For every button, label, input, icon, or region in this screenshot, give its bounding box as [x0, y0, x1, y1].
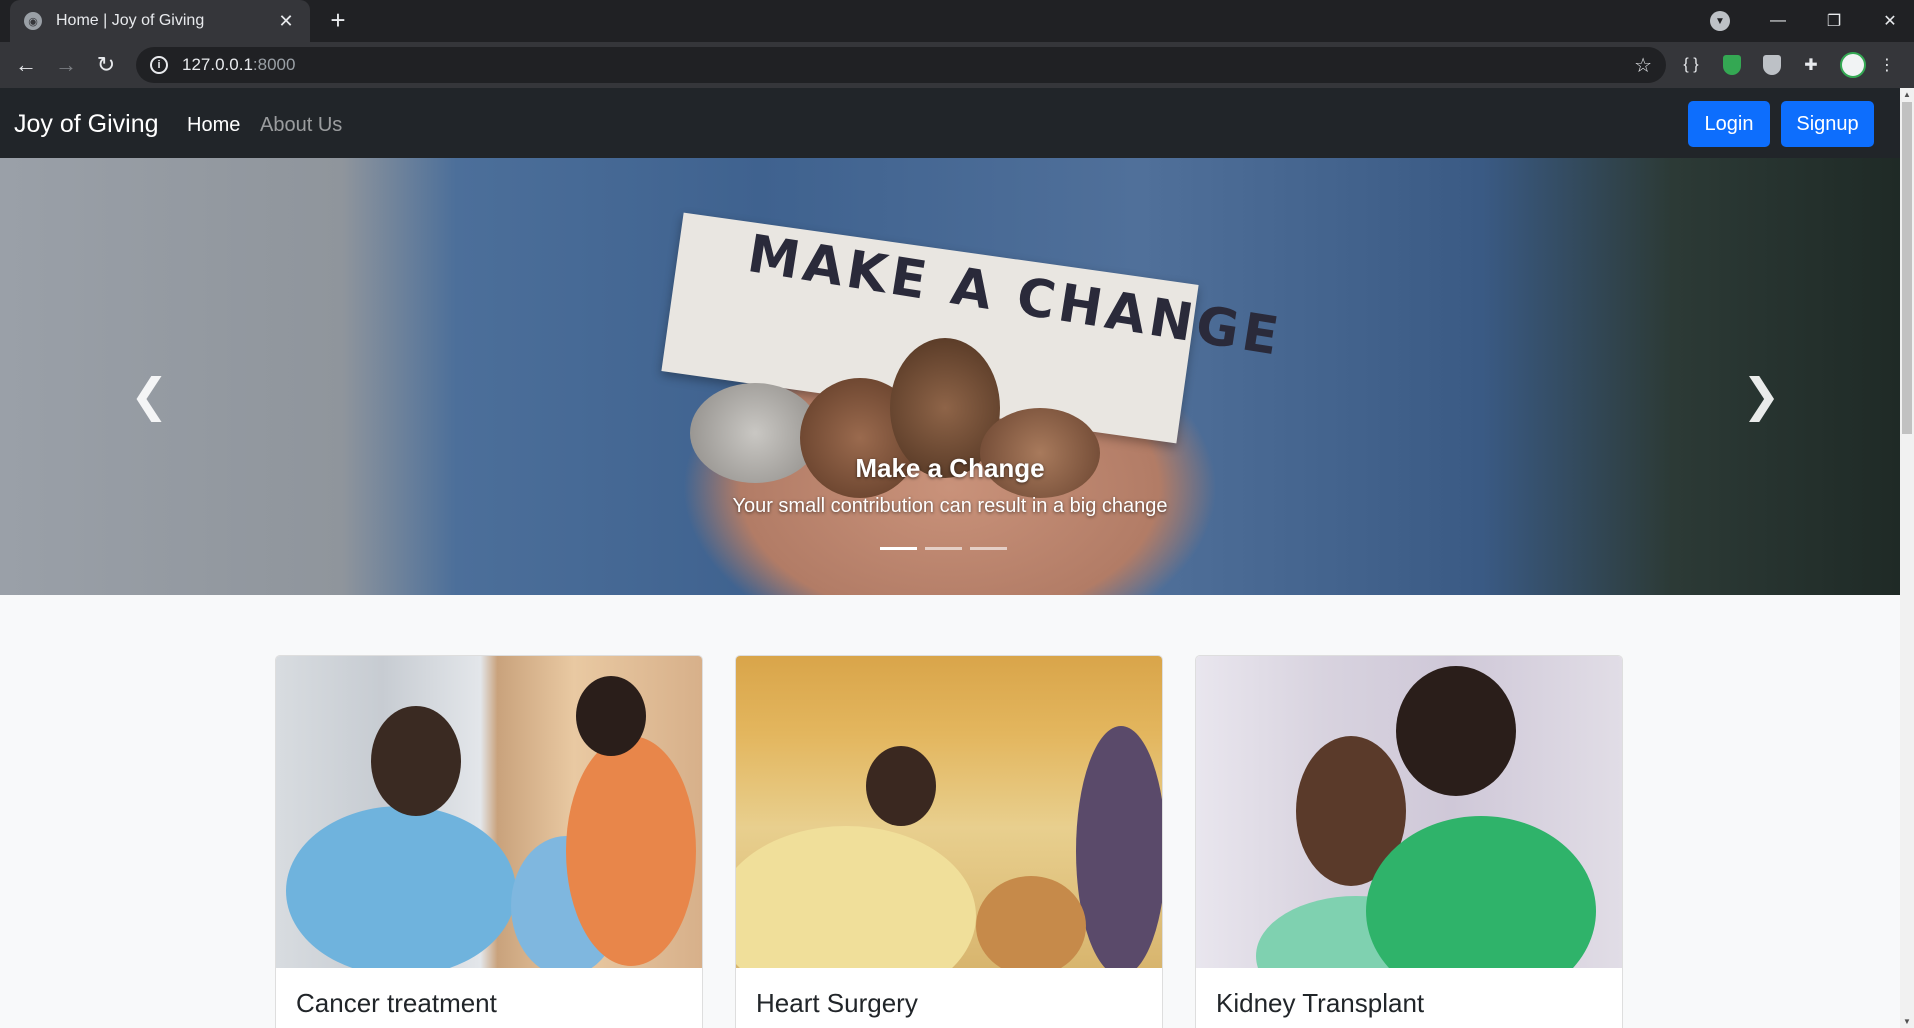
carousel-prev-icon[interactable]: ❮: [130, 368, 169, 422]
card-kidney[interactable]: Kidney Transplant: [1195, 655, 1623, 1028]
tab-title: Home | Joy of Giving: [56, 12, 205, 29]
carousel-indicator[interactable]: [925, 547, 962, 550]
menu-kebab-icon[interactable]: ⋮: [1877, 50, 1897, 80]
window-controls: — ❐ ✕: [1750, 0, 1914, 42]
shield-extension-icon[interactable]: [1757, 50, 1787, 80]
hero-carousel: MAKE A CHANGE ❮ ❯ Make a Change Your sma…: [0, 158, 1900, 595]
braces-extension-icon[interactable]: { }: [1676, 50, 1706, 80]
carousel-next-icon[interactable]: ❯: [1742, 368, 1781, 422]
page-scrollbar[interactable]: ▲ ▼: [1900, 88, 1914, 1028]
site-navbar: Joy of Giving Home About Us Login Signup: [0, 88, 1900, 158]
card-heart[interactable]: Heart Surgery: [735, 655, 1163, 1028]
browser-tab-bar: ◉ Home | Joy of Giving ✕ + ▼ — ❐ ✕: [0, 0, 1914, 42]
bookmark-star-icon[interactable]: ☆: [1634, 53, 1652, 78]
close-tab-icon[interactable]: ✕: [276, 11, 296, 32]
back-arrow-icon[interactable]: ←: [6, 45, 46, 85]
card-title: Heart Surgery: [756, 988, 918, 1018]
site-info-icon[interactable]: i: [150, 56, 168, 74]
card-title: Kidney Transplant: [1216, 988, 1425, 1018]
signup-button[interactable]: Signup: [1781, 101, 1874, 147]
green-shield-extension-icon[interactable]: [1717, 50, 1747, 80]
new-tab-button[interactable]: +: [323, 6, 353, 36]
card-image: [276, 656, 702, 968]
browser-toolbar: ← → ↻ i 127.0.0.1:8000 ☆: [0, 42, 1914, 88]
carousel-caption-text: Your small contribution can result in a …: [732, 495, 1168, 517]
scroll-up-icon[interactable]: ▲: [1903, 90, 1911, 99]
site-brand[interactable]: Joy of Giving: [14, 110, 159, 139]
restore-icon[interactable]: ❐: [1806, 0, 1862, 42]
url-host: 127.0.0.1: [182, 55, 253, 74]
carousel-indicators: [880, 547, 1007, 550]
url-port: :8000: [252, 55, 296, 74]
card-cancer[interactable]: Cancer treatment: [275, 655, 703, 1028]
login-button[interactable]: Login: [1688, 101, 1770, 147]
carousel-indicator[interactable]: [880, 547, 917, 550]
nav-about-link[interactable]: About Us: [260, 114, 342, 137]
reload-icon[interactable]: ↻: [86, 45, 126, 85]
tab-search-icon[interactable]: ▼: [1710, 11, 1730, 31]
minimize-icon[interactable]: —: [1750, 0, 1806, 42]
card-image: [736, 656, 1162, 968]
nav-home-link[interactable]: Home: [187, 114, 240, 137]
address-bar[interactable]: i 127.0.0.1:8000 ☆: [136, 47, 1666, 83]
globe-icon: ◉: [24, 12, 42, 30]
card-image: [1196, 656, 1622, 968]
puzzle-extensions-icon[interactable]: ✚: [1796, 50, 1826, 80]
page-viewport: Joy of Giving Home About Us Login Signup…: [0, 88, 1900, 1028]
scrollbar-thumb[interactable]: [1902, 102, 1912, 434]
close-window-icon[interactable]: ✕: [1862, 0, 1914, 42]
scroll-down-icon[interactable]: ▼: [1903, 1017, 1911, 1026]
carousel-indicator[interactable]: [970, 547, 1007, 550]
card-title: Cancer treatment: [296, 988, 497, 1018]
carousel-caption-title: Make a Change: [855, 453, 1045, 483]
profile-avatar[interactable]: [1838, 50, 1868, 80]
forward-arrow-icon[interactable]: →: [46, 45, 86, 85]
browser-tab[interactable]: ◉ Home | Joy of Giving ✕: [10, 0, 310, 42]
